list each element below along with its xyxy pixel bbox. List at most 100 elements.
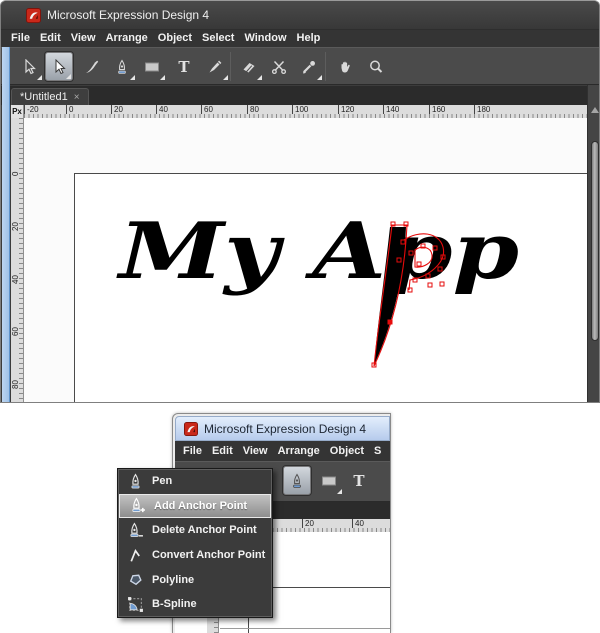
menu-arrange[interactable]: Arrange xyxy=(106,30,148,47)
text-tool-button[interactable]: T xyxy=(345,466,373,495)
paintbrush-tool-button[interactable] xyxy=(78,52,106,81)
color-marker-tool-button[interactable] xyxy=(201,52,229,81)
pen-tool-flyout-menu: Pen Add Anchor Point Delete Anchor Point xyxy=(117,468,273,618)
eyedropper-icon xyxy=(301,59,317,75)
polyline-icon xyxy=(118,571,152,588)
menu-edit[interactable]: Edit xyxy=(40,30,61,47)
rectangle-icon xyxy=(144,59,160,75)
ruler-minor-ticks xyxy=(19,118,23,402)
svg-text:T: T xyxy=(178,59,190,75)
artboard-guide-line xyxy=(220,628,390,629)
direct-selection-tool-button[interactable] xyxy=(45,52,73,81)
menu-file[interactable]: File xyxy=(183,443,202,460)
ruler-unit-label[interactable]: Px xyxy=(11,105,24,118)
flyout-item-convert-anchor-point[interactable]: Convert Anchor Point xyxy=(118,543,272,568)
scissors-icon xyxy=(271,59,287,75)
menu-object[interactable]: Object xyxy=(158,30,192,47)
pen-tool-button[interactable] xyxy=(283,466,311,495)
flyout-item-delete-anchor-point[interactable]: Delete Anchor Point xyxy=(118,518,272,543)
ruler-label: 80 xyxy=(247,105,259,114)
text-tool-icon: T xyxy=(351,473,367,489)
rectangle-tool-button[interactable] xyxy=(138,52,166,81)
menu-bar: File Edit View Arrange Object S xyxy=(175,441,390,461)
toolbar-separator xyxy=(230,52,231,81)
ruler-label: 80 xyxy=(11,380,20,389)
flyout-item-label: B-Spline xyxy=(152,598,197,610)
expression-design-window-main: Microsoft Expression Design 4 File Edit … xyxy=(0,0,600,403)
flyout-item-label: Pen xyxy=(152,475,172,487)
rectangle-tool-button[interactable] xyxy=(315,466,343,495)
menu-arrange[interactable]: Arrange xyxy=(278,443,320,460)
menu-object[interactable]: Object xyxy=(330,443,364,460)
eraser-tool-button[interactable] xyxy=(235,52,263,81)
menu-select-clipped[interactable]: S xyxy=(374,443,381,460)
horizontal-ruler-row: Px -20 0 20 40 60 80 100 120 140 160 180 xyxy=(11,105,587,118)
ruler-label: 20 xyxy=(111,105,123,114)
flyout-item-label: Add Anchor Point xyxy=(154,500,247,512)
ruler-label: 0 xyxy=(66,105,73,114)
document-tab-untitled1[interactable]: *Untitled1 × xyxy=(11,88,89,105)
selection-tool-button[interactable] xyxy=(15,52,43,81)
svg-text:T: T xyxy=(353,473,365,489)
selection-arrow-icon xyxy=(21,59,37,75)
menu-select[interactable]: Select xyxy=(202,30,234,47)
menu-window[interactable]: Window xyxy=(244,30,286,47)
direct-selection-arrow-icon xyxy=(51,59,67,75)
ruler-label: 40 xyxy=(352,519,364,528)
b-spline-icon xyxy=(118,596,152,613)
paintbrush-icon xyxy=(84,59,100,75)
ruler-label: 120 xyxy=(338,105,354,114)
window-title: Microsoft Expression Design 4 xyxy=(47,8,209,22)
menu-edit[interactable]: Edit xyxy=(212,443,233,460)
ruler-label: -20 xyxy=(24,105,39,114)
ruler-label: 40 xyxy=(11,275,20,284)
menu-help[interactable]: Help xyxy=(297,30,321,47)
pen-nib-plus-icon xyxy=(120,497,154,514)
marker-icon xyxy=(207,59,223,75)
vertical-scrollbar[interactable] xyxy=(587,85,600,402)
flyout-item-pen[interactable]: Pen xyxy=(118,469,272,494)
scrollbar-thumb[interactable] xyxy=(591,141,599,341)
title-bar[interactable]: Microsoft Expression Design 4 xyxy=(1,1,599,30)
ruler-label: 0 xyxy=(11,172,20,176)
flyout-item-label: Polyline xyxy=(152,574,194,586)
magnifier-icon xyxy=(368,59,384,75)
title-bar[interactable]: Microsoft Expression Design 4 xyxy=(175,416,390,441)
canvas-artwork[interactable]: My App xyxy=(24,118,587,402)
window-edge-strip xyxy=(2,47,10,402)
pen-nib-minus-icon xyxy=(118,522,152,539)
scissors-tool-button[interactable] xyxy=(265,52,293,81)
ruler-label: 60 xyxy=(11,327,20,336)
ruler-label: 140 xyxy=(383,105,399,114)
eraser-icon xyxy=(241,59,257,75)
pen-nib-icon xyxy=(118,473,152,490)
text-tool-icon: T xyxy=(176,59,192,75)
expression-design-app-icon xyxy=(26,8,41,23)
flyout-item-polyline[interactable]: Polyline xyxy=(118,567,272,592)
vertical-ruler: 0 20 40 60 80 xyxy=(11,118,24,402)
pen-tool-button[interactable] xyxy=(108,52,136,81)
pen-nib-icon xyxy=(289,473,305,489)
flyout-item-add-anchor-point[interactable]: Add Anchor Point xyxy=(119,494,271,519)
flyout-item-label: Convert Anchor Point xyxy=(152,549,265,561)
flyout-item-b-spline[interactable]: B-Spline xyxy=(118,592,272,617)
text-tool-button[interactable]: T xyxy=(170,52,198,81)
logo-text: My App xyxy=(115,206,519,297)
expression-design-app-icon xyxy=(184,422,198,436)
zoom-tool-button[interactable] xyxy=(362,52,390,81)
document-canvas[interactable]: My App xyxy=(24,118,587,402)
pan-tool-button[interactable] xyxy=(331,52,359,81)
eyedropper-tool-button[interactable] xyxy=(295,52,323,81)
ruler-label: 40 xyxy=(156,105,168,114)
document-tab-bar: *Untitled1 × ▼ xyxy=(1,86,599,105)
menu-view[interactable]: View xyxy=(243,443,268,460)
menu-view[interactable]: View xyxy=(71,30,96,47)
convert-angle-icon xyxy=(118,547,152,564)
menu-file[interactable]: File xyxy=(11,30,30,47)
tab-close-icon[interactable]: × xyxy=(74,92,80,103)
scrollbar-up-arrow-icon[interactable] xyxy=(591,107,599,113)
window-title: Microsoft Expression Design 4 xyxy=(204,422,366,436)
rectangle-icon xyxy=(321,473,337,489)
hand-icon xyxy=(337,59,353,75)
ruler-label: 20 xyxy=(11,222,20,231)
